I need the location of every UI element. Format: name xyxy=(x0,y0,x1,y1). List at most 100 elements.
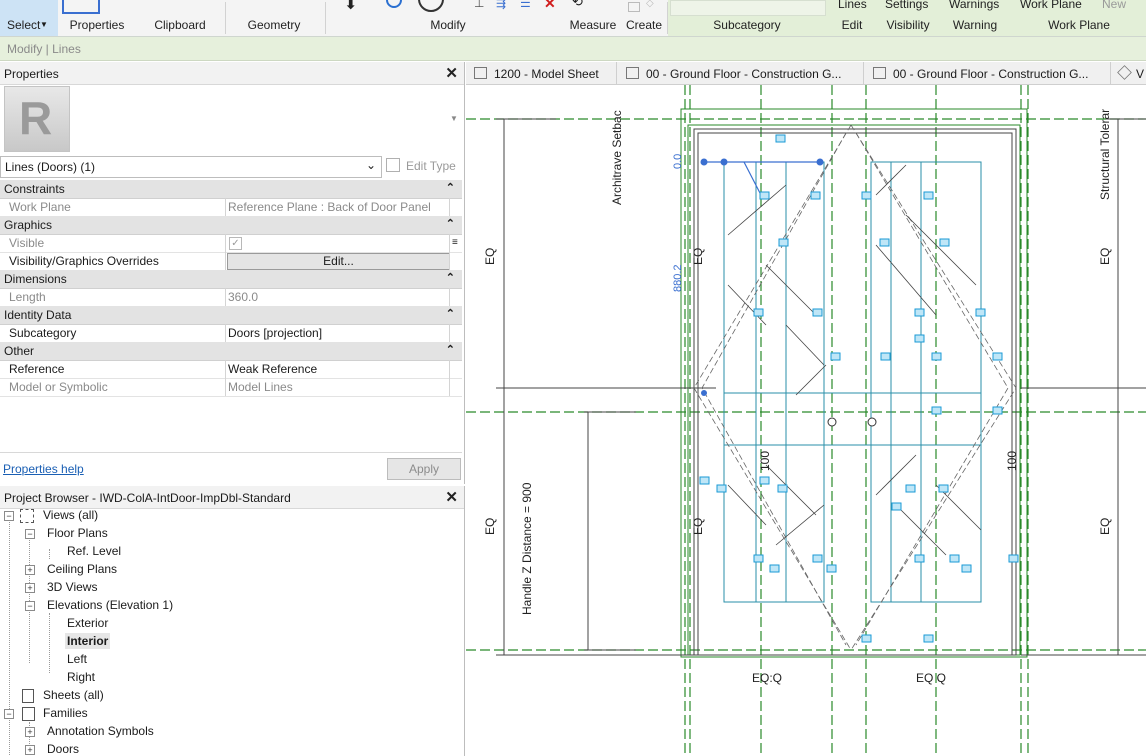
tree-item-3d-views[interactable]: 3D Views xyxy=(47,580,97,594)
property-key: Reference xyxy=(9,362,65,376)
copy-icon[interactable] xyxy=(386,0,402,8)
tree-item-elevations[interactable]: Elevations (Elevation 1) xyxy=(47,598,173,612)
chevron-down-icon: ▼ xyxy=(40,20,48,29)
collapse-toggle[interactable]: − xyxy=(4,511,14,521)
category-dimensions[interactable]: Dimensions ⌃ xyxy=(0,270,462,289)
move-icon[interactable]: ⬇ xyxy=(344,0,357,14)
collapse-icon[interactable]: ⌃ xyxy=(446,181,455,194)
subcategory-panel: Subcategory xyxy=(668,0,826,36)
tab-ground-floor-1[interactable]: 00 - Ground Floor - Construction G... xyxy=(618,62,864,84)
collapse-icon[interactable]: ⌃ xyxy=(446,217,455,230)
close-icon[interactable]: ✕ xyxy=(445,488,458,506)
eq-label: EQ xyxy=(483,518,497,535)
drawing-canvas[interactable]: Architrave Setbac Structural Tolerar Han… xyxy=(466,85,1146,756)
vg-overrides-edit-button[interactable]: Edit... xyxy=(227,253,450,270)
tree-item-interior[interactable]: Interior xyxy=(65,633,111,649)
category-identity-data[interactable]: Identity Data ⌃ xyxy=(0,306,462,325)
collapse-icon[interactable]: ⌃ xyxy=(446,343,455,356)
subcategory-dropdown[interactable] xyxy=(670,0,826,16)
create-icon[interactable] xyxy=(628,2,640,12)
property-key: Work Plane xyxy=(9,200,71,214)
settings-button[interactable]: Settings xyxy=(885,0,928,11)
tree-item-ref-level[interactable]: Ref. Level xyxy=(67,544,121,558)
tree-item-ceiling-plans[interactable]: Ceiling Plans xyxy=(47,562,117,576)
tree-item-views-all[interactable]: Views (all) xyxy=(43,508,98,522)
eq-label: EQ xyxy=(483,248,497,265)
diamond-icon[interactable]: ◇ xyxy=(646,0,654,9)
tree-item-annotation-symbols[interactable]: Annotation Symbols xyxy=(47,724,154,738)
apply-button[interactable]: Apply xyxy=(387,458,461,480)
tree-item-doors[interactable]: Doors xyxy=(47,742,79,756)
expand-toggle[interactable]: + xyxy=(25,583,35,593)
expand-toggle[interactable]: + xyxy=(25,745,35,755)
tree-item-floor-plans[interactable]: Floor Plans xyxy=(47,526,108,540)
collapse-toggle[interactable]: − xyxy=(4,709,14,719)
create-label: Create xyxy=(625,18,663,32)
mirror-icon[interactable]: ☰ xyxy=(520,0,531,10)
project-browser-titlebar: Project Browser - IWD-ColA-IntDoor-ImpDb… xyxy=(0,486,464,509)
properties-help-link[interactable]: Properties help xyxy=(3,462,84,476)
tree-item-families[interactable]: Families xyxy=(43,706,88,720)
visible-checkbox[interactable]: ✓ xyxy=(229,237,242,250)
property-row: Subcategory Doors [projection] xyxy=(0,324,462,343)
tab-model-sheet[interactable]: 1200 - Model Sheet xyxy=(466,62,617,84)
category-other[interactable]: Other ⌃ xyxy=(0,342,462,361)
collapse-icon[interactable]: ⌃ xyxy=(446,307,455,320)
rotate-icon[interactable] xyxy=(418,0,444,12)
new-button[interactable]: New xyxy=(1102,0,1126,11)
edit-type-label: Edit Type xyxy=(406,159,456,173)
property-value: Reference Plane : Back of Door Panel xyxy=(228,200,431,214)
tab-3d-view[interactable]: V xyxy=(1112,62,1146,84)
close-icon[interactable]: ✕ xyxy=(445,64,458,82)
expand-toggle[interactable]: + xyxy=(25,727,35,737)
warnings-button[interactable]: Warnings xyxy=(949,0,999,11)
expand-toggle[interactable]: + xyxy=(25,565,35,575)
properties-icon[interactable] xyxy=(62,0,100,14)
edit-panel: Lines Edit xyxy=(826,0,878,36)
view-tabs: 1200 - Model Sheet 00 - Ground Floor - C… xyxy=(466,62,1146,85)
property-key: Subcategory xyxy=(9,326,77,340)
property-value[interactable]: Weak Reference xyxy=(228,362,317,376)
category-graphics[interactable]: Graphics ⌃ xyxy=(0,216,462,235)
properties-title: Properties xyxy=(4,67,59,81)
property-key: Model or Symbolic xyxy=(9,380,108,394)
edit-label: Edit xyxy=(841,18,863,32)
clipboard-label: Clipboard xyxy=(154,18,206,32)
work-plane-label: Work Plane xyxy=(1048,18,1110,32)
select-button[interactable]: Select xyxy=(7,18,60,32)
edit-type-button[interactable]: Edit Type xyxy=(384,156,462,176)
measure-icon[interactable]: ⟲ xyxy=(572,0,583,10)
offset-icon[interactable]: ⇶ xyxy=(496,0,506,10)
tab-ground-floor-2[interactable]: 00 - Ground Floor - Construction G... xyxy=(865,62,1111,84)
eq-label: EQ xyxy=(1098,518,1112,535)
structural-tolerance-label: Structural Tolerar xyxy=(1098,109,1112,200)
tree-item-sheets[interactable]: Sheets (all) xyxy=(43,688,104,702)
door-elevation-drawing[interactable]: Architrave Setbac Structural Tolerar Han… xyxy=(466,85,1146,756)
tab-label: 1200 - Model Sheet xyxy=(494,67,599,81)
tree-item-left[interactable]: Left xyxy=(67,652,87,666)
lock-icons xyxy=(699,134,1019,643)
chevron-down-icon[interactable]: ▼ xyxy=(450,114,458,123)
frame-lines xyxy=(496,118,1146,656)
category-label: Identity Data xyxy=(4,308,72,322)
tree-item-right[interactable]: Right xyxy=(67,670,95,684)
hatch-lines xyxy=(727,164,982,556)
type-selector[interactable]: Lines (Doors) (1) ⌄ xyxy=(0,156,382,178)
work-plane-button[interactable]: Work Plane xyxy=(1020,0,1082,11)
ribbon-divider xyxy=(325,2,326,34)
lines-button[interactable]: Lines xyxy=(838,0,867,11)
sheet-icon xyxy=(474,67,487,79)
collapse-toggle[interactable]: − xyxy=(25,601,35,611)
property-value[interactable]: Doors [projection] xyxy=(228,326,322,340)
collapse-icon[interactable]: ⌃ xyxy=(446,271,455,284)
delete-icon[interactable]: ✕ xyxy=(544,0,556,12)
type-preview-image: R xyxy=(4,86,70,152)
scroll-thumb-icon[interactable]: ≡ xyxy=(452,237,458,248)
select-panel[interactable]: Select ▼ xyxy=(0,0,60,36)
properties-button[interactable]: Properties xyxy=(62,18,132,32)
tree-item-exterior[interactable]: Exterior xyxy=(67,616,108,630)
collapse-toggle[interactable]: − xyxy=(25,529,35,539)
modify-label: Modify xyxy=(430,18,466,32)
align-icon[interactable]: ⊥ xyxy=(474,0,484,10)
category-constraints[interactable]: Constraints ⌃ xyxy=(0,180,462,199)
